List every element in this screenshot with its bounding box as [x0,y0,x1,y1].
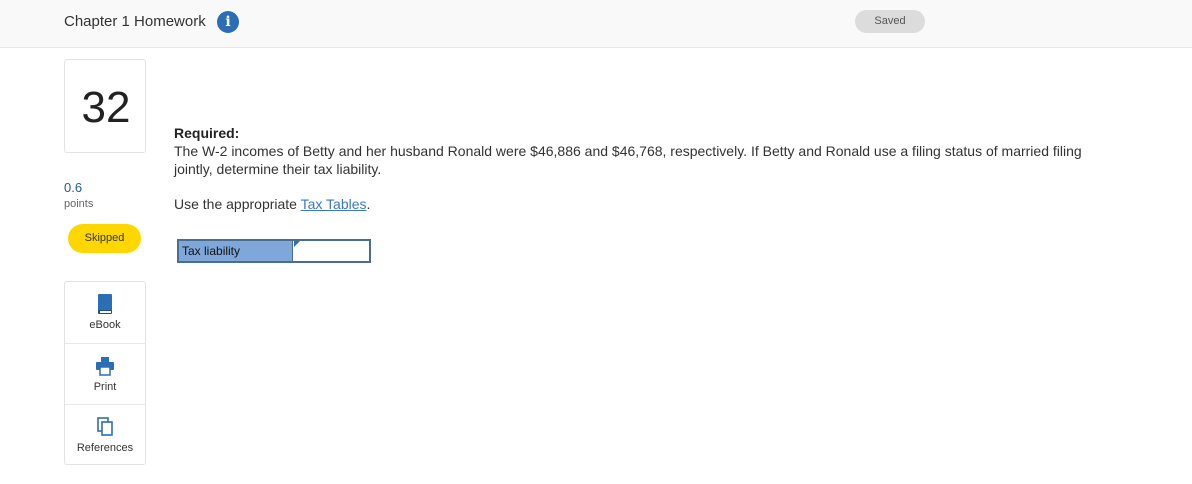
print-button[interactable]: Print [65,343,145,404]
saved-status-badge: Saved [855,10,925,33]
question-number-card: 32 [64,59,146,153]
points-value: 0.6 [64,180,83,195]
book-icon [98,294,112,314]
references-label: References [76,442,134,454]
print-label: Print [93,381,117,393]
answer-table: Tax liability [177,239,371,263]
required-text: The W-2 incomes of Betty and her husband… [174,143,1082,177]
ebook-label: eBook [89,319,121,331]
assignment-title: Chapter 1 Homework [64,13,206,30]
skipped-badge: Skipped [68,224,141,253]
instruction-prefix: Use the appropriate [174,196,301,212]
tools-panel: eBook Print References [64,281,146,465]
top-bar: Chapter 1 Homework i Saved [0,0,1192,48]
copy-icon [97,417,113,436]
flag-marker-icon [294,241,300,247]
question-body: Required: The W-2 incomes of Betty and h… [174,124,1134,178]
instruction-suffix: . [366,196,371,212]
tax-liability-label: Tax liability [179,241,293,261]
points-label: points [64,198,94,210]
info-icon[interactable]: i [217,11,239,33]
tax-liability-input[interactable] [294,241,369,261]
tax-tables-link[interactable]: Tax Tables [301,196,367,212]
instruction-line: Use the appropriate Tax Tables. [174,196,370,212]
references-button[interactable]: References [65,404,145,465]
printer-icon [96,357,114,376]
required-heading: Required: [174,125,240,141]
ebook-button[interactable]: eBook [65,282,145,343]
question-number: 32 [81,83,131,132]
